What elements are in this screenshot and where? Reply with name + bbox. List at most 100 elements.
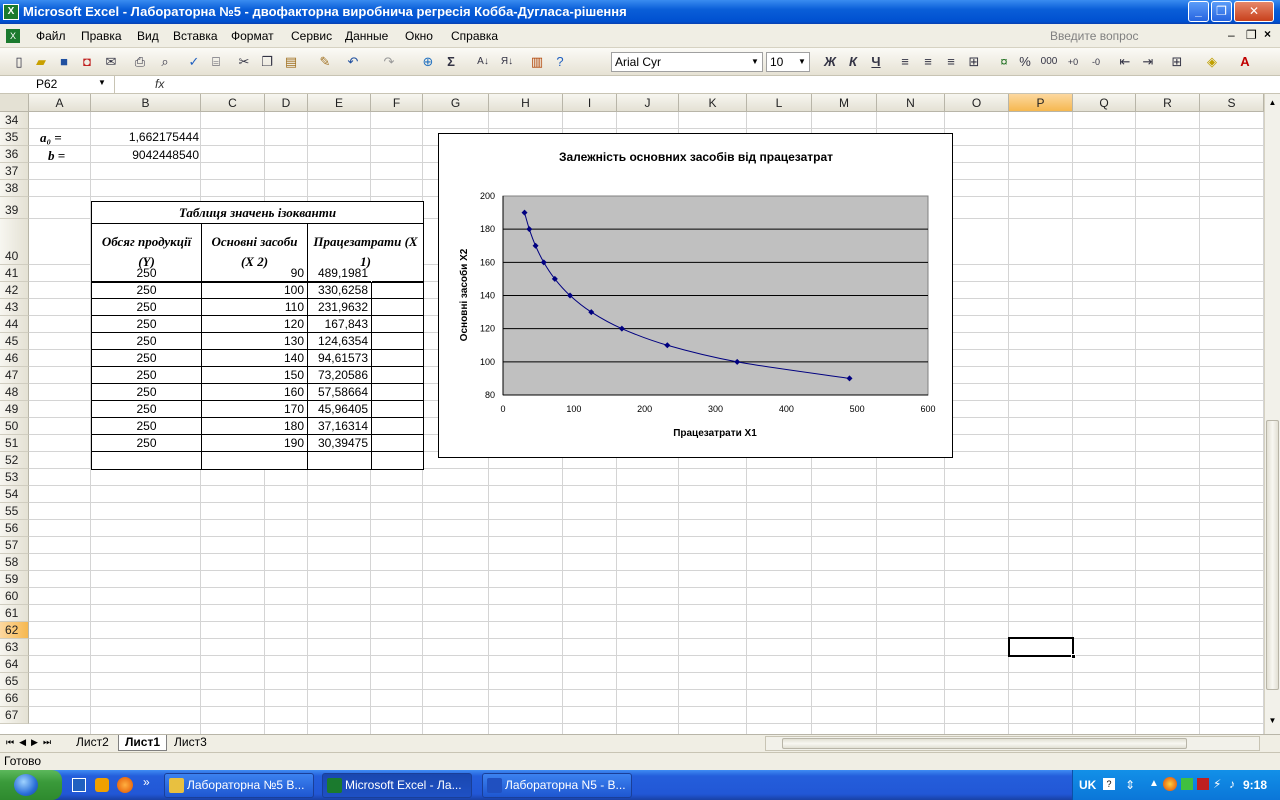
increase-decimal-icon[interactable]: +0	[1064, 53, 1082, 71]
col-header-p[interactable]: P	[1009, 94, 1073, 112]
italic-button[interactable]: К	[844, 53, 862, 71]
row-header-55[interactable]: 55	[0, 503, 29, 520]
vertical-scrollbar[interactable]: ▲ ▼	[1264, 94, 1280, 734]
increase-indent-icon[interactable]: ⇥	[1139, 53, 1157, 71]
menu-view[interactable]: Вид	[137, 29, 159, 43]
open-icon[interactable]: ▰	[32, 53, 50, 71]
table-cell-empty[interactable]	[372, 435, 423, 452]
col-header-i[interactable]: I	[563, 94, 617, 112]
table-cell-fixed-assets[interactable]: 160	[202, 384, 307, 401]
row-header-50[interactable]: 50	[0, 418, 29, 435]
select-all-corner[interactable]	[0, 94, 29, 112]
table-cell-empty[interactable]	[372, 350, 423, 367]
font-name-select[interactable]: Arial Cyr ▼	[611, 52, 763, 72]
chrome-tray-icon[interactable]	[1163, 777, 1177, 791]
table-cell-fixed-assets[interactable]: 180	[202, 418, 307, 435]
row-header-56[interactable]: 56	[0, 520, 29, 537]
horizontal-scrollbar[interactable]	[765, 736, 1260, 751]
row-header-65[interactable]: 65	[0, 673, 29, 690]
col-header-d[interactable]: D	[265, 94, 308, 112]
table-cell-labor[interactable]: 37,16314	[308, 418, 371, 435]
merge-center-icon[interactable]: ⊞	[965, 53, 983, 71]
col-header-k[interactable]: K	[679, 94, 747, 112]
row-header-47[interactable]: 47	[0, 367, 29, 384]
b-value[interactable]: 9042448540	[92, 148, 202, 162]
row-header-39[interactable]: 39	[0, 197, 29, 219]
row-header-38[interactable]: 38	[0, 180, 29, 197]
font-color-icon[interactable]: A	[1236, 53, 1254, 71]
scroll-up-icon[interactable]: ▲	[1266, 96, 1279, 110]
align-center-icon[interactable]: ≡	[919, 53, 937, 71]
row-header-35[interactable]: 35	[0, 129, 29, 146]
col-header-c[interactable]: C	[201, 94, 265, 112]
table-cell-fixed-assets[interactable]: 170	[202, 401, 307, 418]
col-header-q[interactable]: Q	[1073, 94, 1136, 112]
table-cell-fixed-assets[interactable]: 190	[202, 435, 307, 452]
font-size-select[interactable]: 10 ▼	[766, 52, 810, 72]
workbook-icon[interactable]: X	[6, 29, 20, 43]
col-header-s[interactable]: S	[1200, 94, 1264, 112]
clock[interactable]: 9:18	[1243, 778, 1267, 792]
table-cell-fixed-assets[interactable]: 90	[202, 265, 307, 282]
row-header-60[interactable]: 60	[0, 588, 29, 605]
table-cell-empty[interactable]	[372, 333, 423, 350]
start-button[interactable]	[0, 770, 62, 800]
worksheet-grid[interactable]: ABCDEFGHIJKLMNOPQRS 34 35 36 37 38 39 40 41 42 43…	[0, 94, 1264, 734]
table-cell-labor[interactable]: 30,39475	[308, 435, 371, 452]
row-header-52[interactable]: 52	[0, 452, 29, 469]
formula-input[interactable]	[175, 76, 1275, 93]
tab-sheet1[interactable]: Лист1	[118, 735, 168, 751]
row-header-34[interactable]: 34	[0, 112, 29, 129]
row-header-44[interactable]: 44	[0, 316, 29, 333]
decrease-indent-icon[interactable]: ⇤	[1116, 53, 1134, 71]
help-search-input[interactable]: Введите вопрос	[1050, 29, 1220, 43]
row-header-67[interactable]: 67	[0, 707, 29, 724]
menu-file[interactable]: Файл	[36, 29, 66, 43]
table-cell-empty[interactable]	[372, 316, 423, 333]
doc-minimize-button[interactable]: –	[1228, 28, 1235, 42]
row-header-64[interactable]: 64	[0, 656, 29, 673]
row-header-36[interactable]: 36	[0, 146, 29, 163]
menu-help[interactable]: Справка	[451, 29, 498, 43]
table-cell-output[interactable]: 250	[92, 384, 201, 401]
menu-format[interactable]: Формат	[231, 29, 274, 43]
col-header-n[interactable]: N	[877, 94, 945, 112]
table-cell-output[interactable]: 250	[92, 282, 201, 299]
fill-color-icon[interactable]: ◈	[1203, 53, 1221, 71]
tray-expand-icon[interactable]: ▲	[1149, 778, 1159, 789]
table-cell-output[interactable]: 250	[92, 367, 201, 384]
undo-icon[interactable]: ↶	[344, 53, 362, 71]
row-header-58[interactable]: 58	[0, 554, 29, 571]
new-icon[interactable]: ▯	[10, 53, 28, 71]
col-header-f[interactable]: F	[371, 94, 423, 112]
col-header-j[interactable]: J	[617, 94, 679, 112]
comma-style-button[interactable]: 000	[1040, 53, 1058, 71]
table-cell-output[interactable]: 250	[92, 350, 201, 367]
close-button[interactable]: ✕	[1234, 1, 1274, 22]
table-cell-empty[interactable]	[372, 418, 423, 435]
table-cell-output[interactable]: 250	[92, 435, 201, 452]
borders-icon[interactable]: ⊞	[1168, 53, 1186, 71]
table-cell-labor[interactable]: 489,1981	[308, 265, 371, 282]
horizontal-scroll-thumb[interactable]	[782, 738, 1187, 749]
sort-ascending-icon[interactable]: A↓	[474, 53, 492, 71]
percent-button[interactable]: %	[1016, 53, 1034, 71]
chart-object[interactable]: Залежність основних засобів від працезат…	[438, 133, 953, 458]
menu-insert[interactable]: Вставка	[173, 29, 218, 43]
table-cell-empty[interactable]	[372, 299, 423, 316]
table-cell-labor[interactable]: 73,20586	[308, 367, 371, 384]
align-left-icon[interactable]: ≡	[896, 53, 914, 71]
tab-sheet3[interactable]: Лист3	[168, 735, 213, 751]
row-header-37[interactable]: 37	[0, 163, 29, 180]
row-header-46[interactable]: 46	[0, 350, 29, 367]
print-icon[interactable]: ⎙	[131, 53, 149, 71]
row-header-57[interactable]: 57	[0, 537, 29, 554]
active-cell-p62[interactable]	[1008, 637, 1076, 659]
volume-icon[interactable]: ♪	[1229, 777, 1235, 791]
research-icon[interactable]: ⌸	[207, 53, 225, 71]
maximize-button[interactable]: ❐	[1211, 1, 1232, 22]
table-cell-empty[interactable]	[372, 401, 423, 418]
table-cell-empty[interactable]	[372, 367, 423, 384]
row-header-40[interactable]: 40	[0, 219, 29, 265]
table-cell-output[interactable]: 250	[92, 418, 201, 435]
